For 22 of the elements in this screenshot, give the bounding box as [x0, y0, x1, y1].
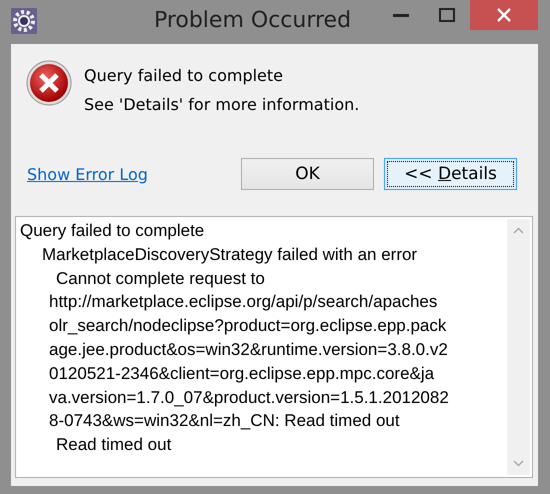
- minimize-icon: [393, 13, 409, 17]
- details-line: MarketplaceDiscoveryStrategy failed with an error: [41, 244, 418, 266]
- error-icon: [26, 60, 72, 106]
- dialog-button[interactable]: OK: [241, 158, 374, 190]
- details-line: age.jee.product&os=win32&runtime.version=3.8.0.v2: [48, 338, 449, 361]
- maximize-icon: [439, 8, 455, 22]
- details-line: Cannot complete request to: [55, 268, 266, 290]
- details-line: http://marketplace.eclipse.org/api/p/search/apaches: [48, 291, 438, 314]
- details-line: 8-0743&ws=win32&nl=zh_CN: Read timed out: [48, 410, 401, 432]
- details-line: Read timed out: [55, 434, 172, 456]
- details-line: Query failed to complete: [20, 220, 206, 242]
- gear-icon: [11, 8, 37, 34]
- message-title: Query failed to complete: [84, 66, 284, 85]
- details-line: va.version=1.7.0_07&product.version=1.5.1.2012082: [48, 386, 450, 409]
- details-line: 0120521-2346&client=org.eclipse.epp.mpc.core&ja: [48, 362, 436, 385]
- show-error-log-link[interactable]: Show Error Log: [27, 164, 231, 184]
- dialog-button[interactable]: << Details: [384, 158, 517, 190]
- close-button[interactable]: [470, 0, 538, 30]
- details-line: olr_search/nodeclipse?product=org.eclipse.epp.pack: [48, 315, 448, 338]
- close-icon: [497, 8, 511, 22]
- message-hint: See 'Details' for more information.: [84, 95, 360, 114]
- window-title: Problem Occurred: [152, 8, 352, 33]
